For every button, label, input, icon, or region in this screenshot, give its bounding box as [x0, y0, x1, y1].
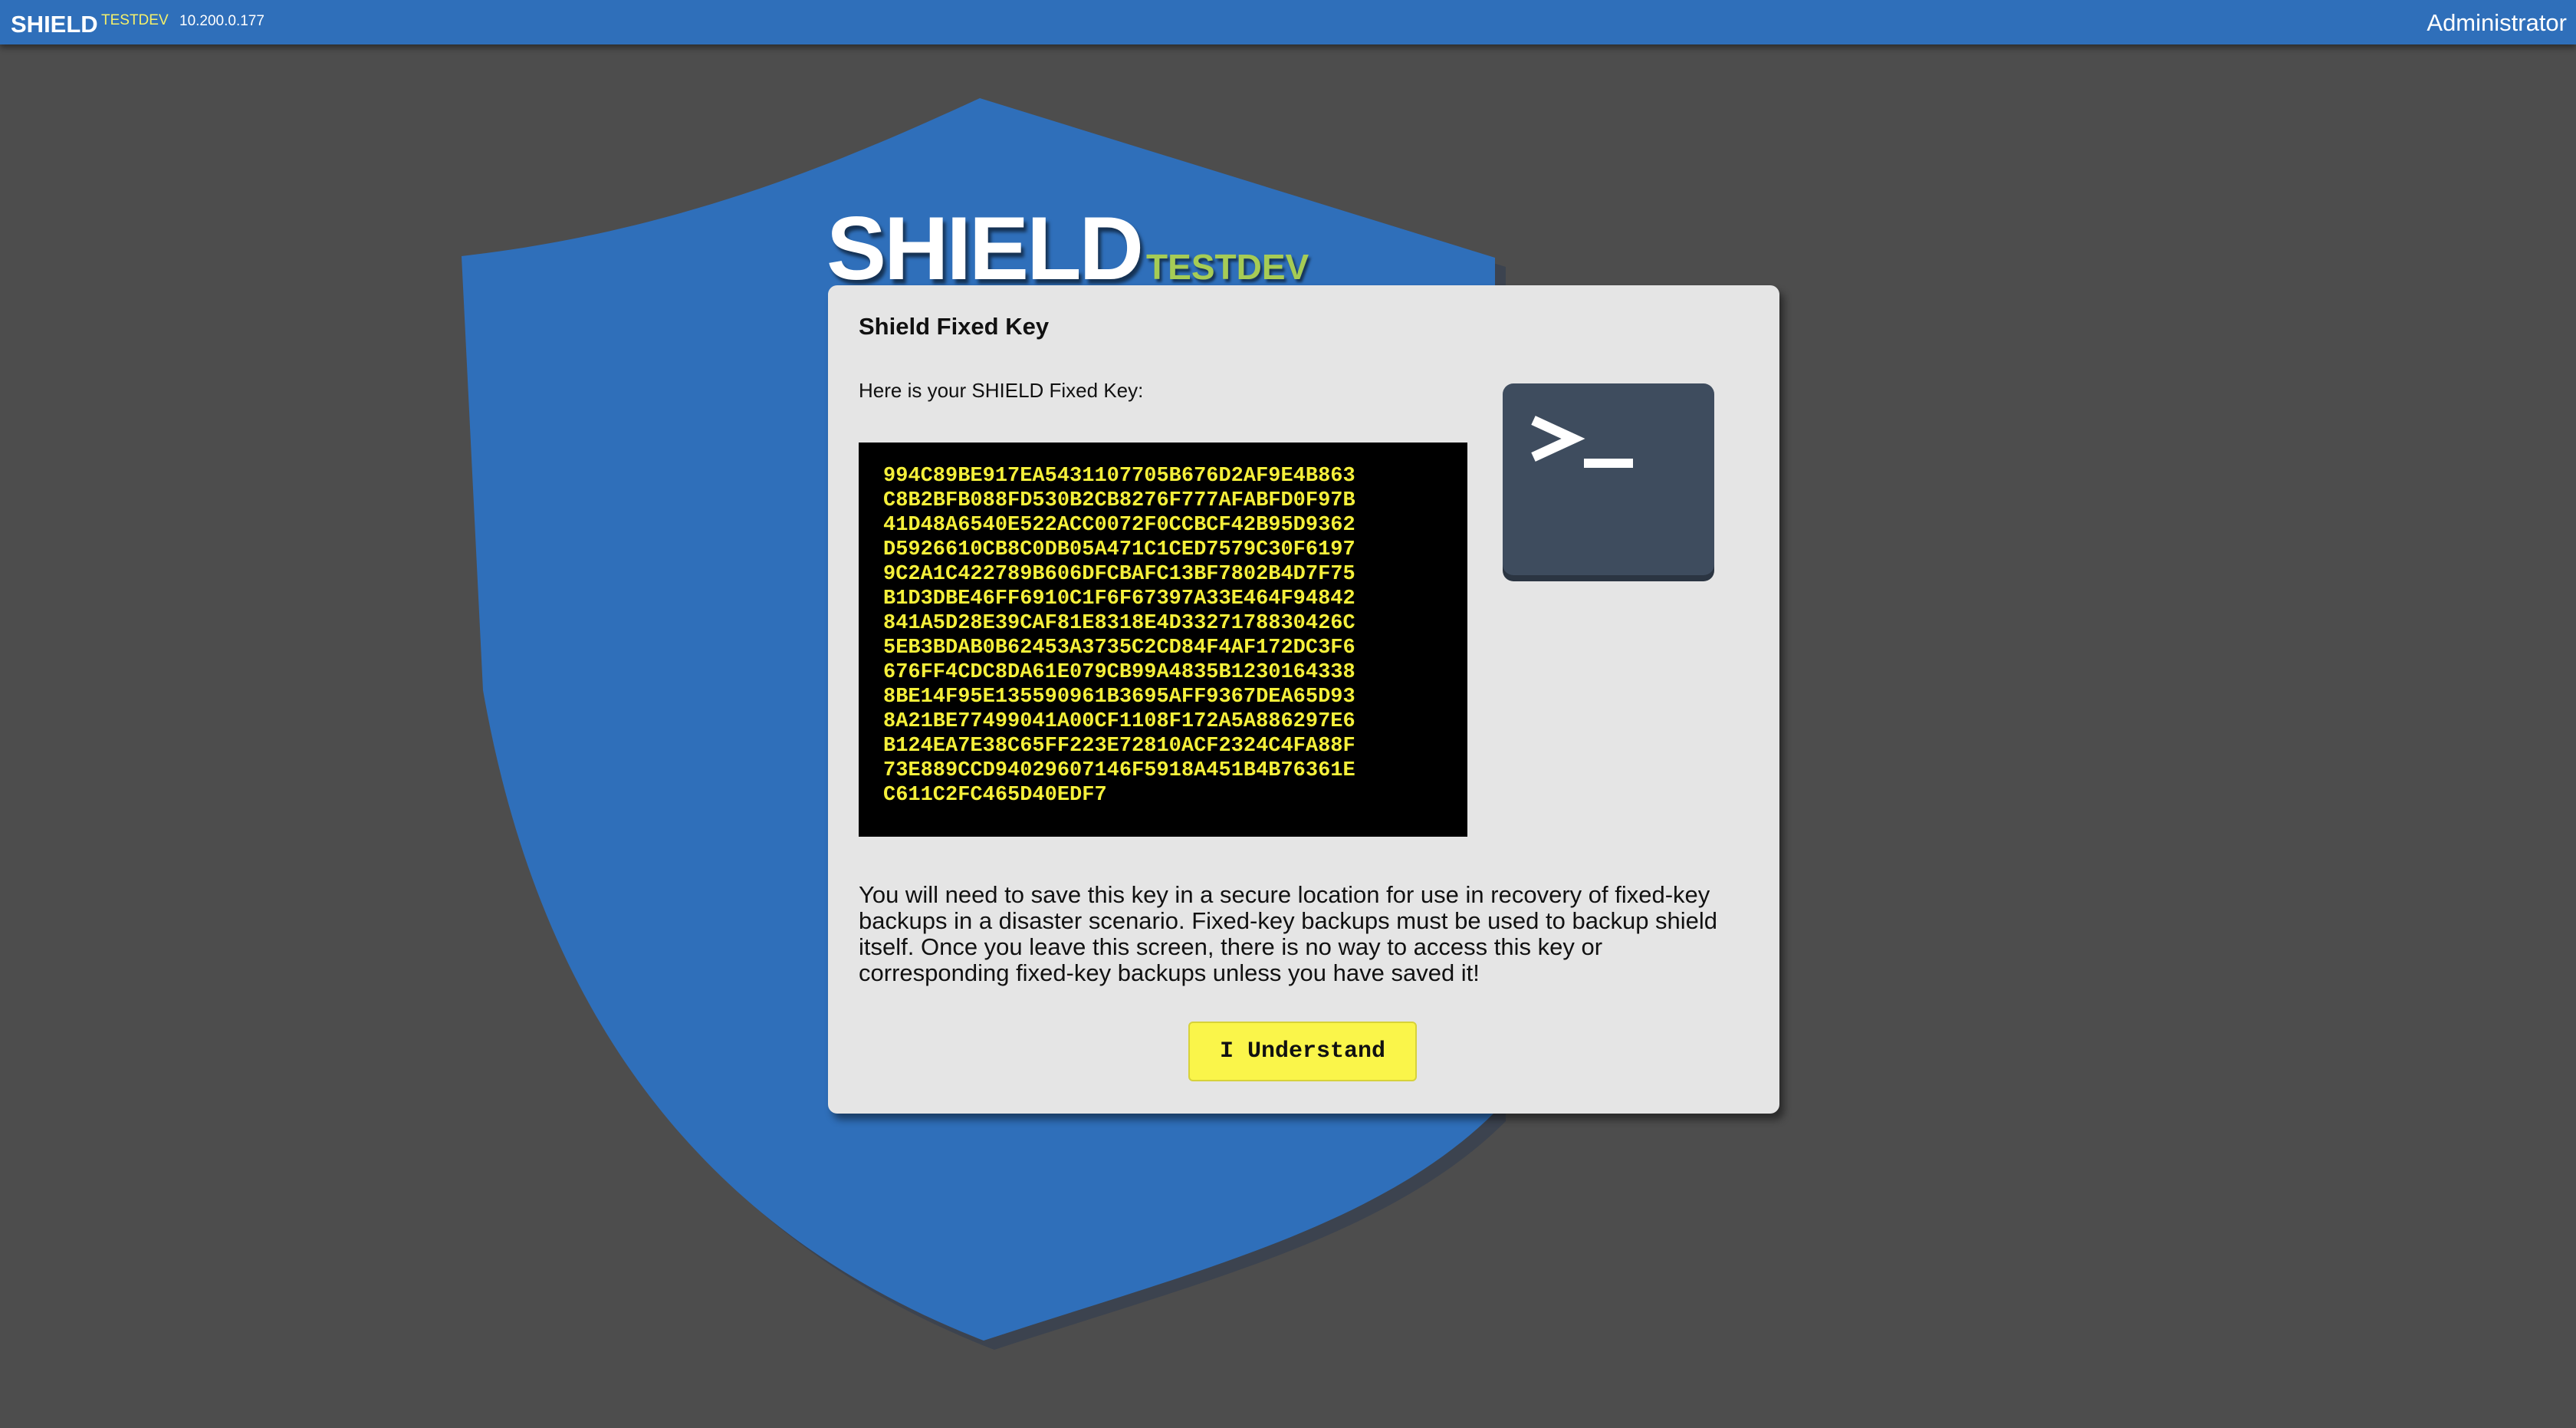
environment-label: TESTDEV	[101, 12, 169, 28]
warning-text: You will need to save this key in a secu…	[859, 881, 1718, 986]
key-line: 994C89BE917EA5431107705B676D2AF9E4B863	[883, 465, 1355, 488]
key-line: 8A21BE77499041A00CF1108F172A5A886297E6	[883, 710, 1355, 733]
key-line: 676FF4CDC8DA61E079CB99A4835B1230164338	[883, 661, 1355, 684]
key-line: 9C2A1C422789B606DFCBAFC13BF7802B4D7F75	[883, 563, 1355, 586]
key-line: C611C2FC465D40EDF7	[883, 784, 1107, 807]
key-line: 5EB3BDAB0B62453A3735C2CD84F4AF172DC3F6	[883, 637, 1355, 660]
dialog-title: Shield Fixed Key	[859, 313, 1050, 340]
terminal-icon	[1503, 383, 1714, 575]
i-understand-button[interactable]: I Understand	[1188, 1022, 1417, 1081]
fixed-key-display[interactable]: 994C89BE917EA5431107705B676D2AF9E4B863 C…	[859, 443, 1467, 837]
key-line: 41D48A6540E522ACC0072F0CCBCF42B95D9362	[883, 514, 1355, 537]
brand-name[interactable]: SHIELD	[11, 11, 98, 38]
user-menu[interactable]: Administrator	[2426, 9, 2567, 37]
key-line: 841A5D28E39CAF81E8318E4D3327178830426C	[883, 612, 1355, 635]
top-bar: SHIELD TESTDEV 10.200.0.177 Administrato…	[0, 0, 2576, 44]
key-line: 8BE14F95E135590961B3695AFF9367DEA65D93	[883, 686, 1355, 709]
dialog-intro: Here is your SHIELD Fixed Key:	[859, 379, 1144, 402]
key-line: C8B2BFB088FD530B2CB8276F777AFABFD0F97B	[883, 489, 1355, 512]
shield-logo: SHIELD TESTDEV	[826, 196, 1309, 300]
key-line: B1D3DBE46FF6910C1F6F67397A33E464F94842	[883, 587, 1355, 610]
key-line: B124EA7E38C65FF223E72810ACF2324C4FA88F	[883, 735, 1355, 758]
logo-title: SHIELD	[826, 198, 1144, 298]
key-line: D5926610CB8C0DB05A471C1CED7579C30F6197	[883, 538, 1355, 561]
key-line: 73E889CCD94029607146F5918A451B4B76361E	[883, 759, 1355, 782]
logo-environment: TESTDEV	[1146, 247, 1309, 287]
fixed-key-dialog: Shield Fixed Key Here is your SHIELD Fix…	[828, 285, 1779, 1114]
ip-address: 10.200.0.177	[179, 13, 264, 29]
